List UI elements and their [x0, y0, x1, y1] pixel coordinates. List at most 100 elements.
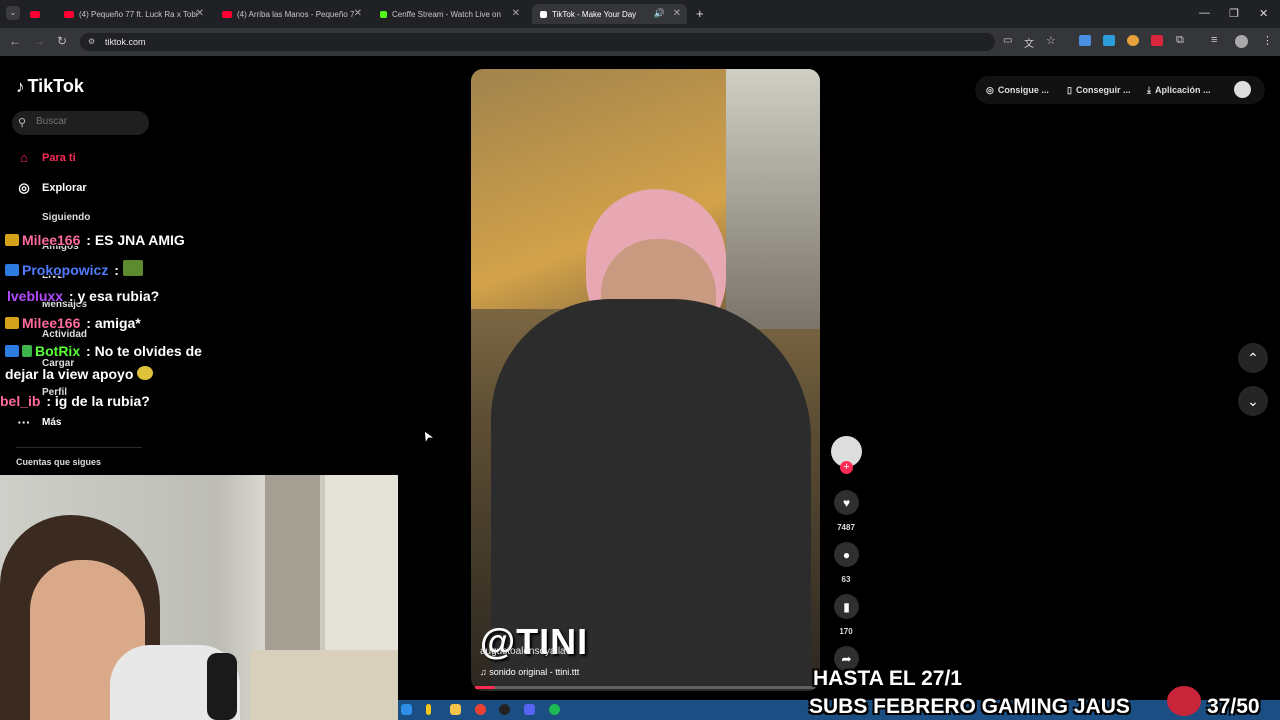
restore-icon[interactable]: ❐ — [1229, 7, 1239, 20]
chrome-icon[interactable] — [475, 704, 486, 715]
compass-icon: ◎ — [18, 180, 30, 195]
tab-youtube-1[interactable]: (4) Pequeño 77 ft. Luck Ra x Tobi ✕ — [58, 4, 210, 24]
comment-icon: ● — [842, 547, 851, 562]
video-player[interactable] — [471, 69, 820, 691]
sidebar-item-more[interactable]: ··· Más — [16, 415, 62, 430]
webcam-feed — [0, 475, 398, 720]
adblock-icon[interactable] — [1151, 35, 1163, 46]
close-window-icon[interactable]: ✕ — [1259, 7, 1268, 20]
chat-text: ES JNA AMIG — [94, 232, 185, 248]
close-tab-icon[interactable]: ✕ — [512, 8, 520, 19]
spotify-icon[interactable] — [549, 704, 560, 715]
taskbar-app-icon[interactable] — [401, 704, 412, 715]
chat-separator: : — [86, 343, 91, 359]
chevron-up-icon: ⌃ — [1247, 349, 1259, 366]
menu-kebab-icon[interactable]: ⋮ — [1262, 34, 1273, 47]
profile-avatar[interactable] — [1235, 35, 1248, 48]
chat-message: BotRix : No te olvides de — [5, 343, 202, 359]
taskbar-app-icon[interactable] — [426, 704, 431, 715]
sidebar-item-for-you[interactable]: ⌂ Para ti — [16, 150, 76, 165]
desktop-app-button[interactable]: ⤓ Aplicación ... — [1147, 80, 1211, 100]
video-author[interactable]: augustoalonsoyalla — [480, 646, 566, 657]
stream-goal-label: SUBS FEBRERO GAMING JAUS — [809, 695, 1130, 718]
url-text[interactable]: tiktok.com — [105, 37, 146, 47]
tiktok-logo[interactable]: ♪ TikTok — [16, 76, 84, 97]
close-tab-icon[interactable]: ✕ — [354, 8, 362, 19]
reload-icon[interactable]: ↻ — [57, 34, 67, 48]
cast-icon[interactable]: ▭ — [1003, 35, 1012, 46]
forward-icon[interactable]: → — [33, 34, 45, 48]
bookmark-star-icon[interactable]: ☆ — [1046, 34, 1056, 47]
chat-separator: : — [114, 262, 119, 278]
extension-icon[interactable] — [1079, 35, 1091, 46]
folder-icon[interactable] — [450, 704, 461, 715]
tab-title: (4) Arriba las Manos - Pequeño 7 — [237, 9, 355, 19]
heart-icon: ♥ — [842, 495, 851, 510]
close-tab-icon[interactable]: ✕ — [673, 8, 681, 19]
logo-text: TikTok — [27, 76, 84, 96]
video-progress-bar[interactable] — [475, 686, 815, 689]
tiktok-note-icon: ♪ — [16, 76, 25, 96]
discord-icon[interactable] — [524, 704, 535, 715]
button-label: Conseguir ... — [1075, 85, 1131, 95]
tab-kick[interactable]: Cenffe Stream - Watch Live on ✕ — [374, 4, 526, 24]
tab-tiktok[interactable]: TikTok - Make Your Day 🔊 ✕ — [532, 4, 687, 24]
coin-icon: ◎ — [986, 84, 994, 95]
chat-username: bel_ib — [0, 393, 41, 409]
translate-icon[interactable]: 文 — [1024, 35, 1034, 50]
stream-goal-date: HASTA EL 27/1 — [813, 667, 962, 690]
search-input[interactable] — [36, 116, 136, 127]
search-icon[interactable]: ⚲ — [18, 116, 26, 129]
taskbar-app-icon[interactable] — [499, 704, 510, 715]
tab-youtube-2[interactable]: (4) Arriba las Manos - Pequeño 7 ✕ — [216, 4, 368, 24]
user-avatar[interactable] — [1234, 81, 1251, 98]
phone-icon: ▯ — [1067, 84, 1072, 95]
bookmark-icon: ▮ — [843, 599, 850, 614]
following-accounts-title: Cuentas que sigues — [16, 457, 102, 467]
stream-goal-counter: 37/50 — [1207, 695, 1260, 718]
previous-video-button[interactable]: ⌃ — [1238, 343, 1268, 373]
sidebar-item-label: Explorar — [42, 182, 87, 194]
chat-separator: : — [86, 232, 91, 248]
new-tab-button[interactable]: + — [696, 6, 704, 21]
chat-text: amiga* — [94, 315, 141, 331]
chat-separator: : — [46, 393, 52, 409]
youtube-icon — [30, 10, 40, 18]
reading-list-icon[interactable]: ≡ — [1211, 34, 1217, 46]
extension-icon[interactable] — [1103, 35, 1115, 46]
chevron-down-icon: ⌄ — [1247, 392, 1259, 409]
close-tab-icon[interactable]: ✕ — [196, 8, 204, 19]
chat-badge-icon — [22, 345, 32, 357]
tab-search-button[interactable]: ⌄ — [6, 6, 20, 20]
comment-button[interactable]: ● — [834, 542, 859, 567]
speaker-icon[interactable]: 🔊 — [654, 8, 665, 19]
video-sound[interactable]: ♫ sonido original - ttini.ttt — [480, 667, 579, 677]
next-video-button[interactable]: ⌄ — [1238, 386, 1268, 416]
sidebar-item-explore[interactable]: ◎ Explorar — [16, 180, 87, 196]
video-progress-fill — [475, 686, 496, 689]
like-button[interactable]: ♥ — [834, 490, 859, 515]
button-label: Consigue ... — [997, 85, 1049, 95]
follow-plus-icon[interactable]: + — [840, 461, 853, 474]
tab-pinned[interactable] — [30, 4, 54, 24]
sidebar-item-label: Para ti — [42, 151, 76, 164]
chat-username: Prokopowicz — [22, 262, 109, 278]
get-coins-button[interactable]: ◎ Consigue ... — [986, 80, 1049, 100]
omnibox[interactable] — [80, 33, 995, 51]
comment-count: 63 — [841, 575, 851, 584]
extension-icon[interactable] — [1127, 35, 1139, 46]
get-app-button[interactable]: ▯ Conseguir ... — [1067, 80, 1130, 100]
sidebar-item-following[interactable]: Siguiendo — [42, 212, 90, 223]
save-button[interactable]: ▮ — [834, 594, 859, 619]
site-info-icon[interactable]: ⚙ — [88, 37, 95, 46]
sidebar-item-label: Más — [42, 417, 62, 428]
minimize-icon[interactable]: — — [1199, 7, 1210, 19]
save-count: 170 — [839, 627, 853, 636]
back-icon[interactable]: ← — [9, 34, 21, 48]
chat-text: y esa rubia? — [77, 288, 160, 304]
puzzle-icon[interactable]: ⧉ — [1176, 34, 1184, 47]
sound-label: sonido original - ttini.ttt — [489, 667, 580, 677]
chat-badge-icon — [5, 345, 19, 357]
tab-title: TikTok - Make Your Day — [552, 9, 637, 19]
like-count: 7487 — [837, 523, 855, 532]
